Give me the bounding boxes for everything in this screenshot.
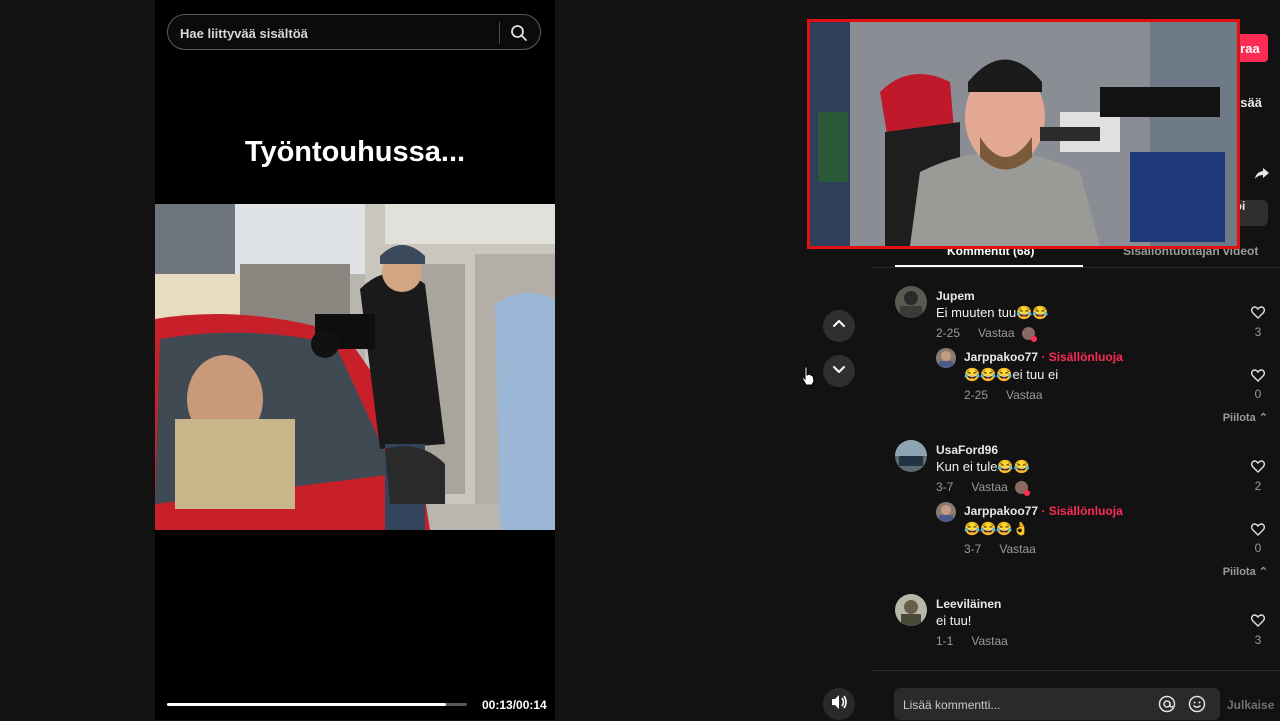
reply-button[interactable]: Vastaa — [978, 326, 1014, 340]
reply-button[interactable]: Vastaa — [1006, 388, 1042, 402]
post-button[interactable]: Julkaise — [1227, 698, 1274, 712]
video-caption: Työntouhussa... — [244, 136, 466, 168]
previous-video-button[interactable] — [823, 310, 855, 342]
comment-username[interactable]: Jupem — [936, 289, 975, 303]
search-divider — [499, 22, 500, 44]
comment-input-placeholder[interactable]: Lisää kommentti... — [903, 698, 1000, 712]
volume-icon — [830, 694, 848, 715]
search-icon[interactable] — [510, 24, 528, 47]
comment-input[interactable]: Lisää kommentti... — [894, 688, 1220, 720]
chevron-up-icon: ⌃ — [1258, 412, 1268, 424]
hide-replies-label[interactable]: Piilota — [1223, 412, 1256, 424]
reply-text: 😂😂😂ei tuu ei — [964, 367, 1059, 382]
webcam-overlay — [807, 19, 1240, 249]
reply-button[interactable]: Vastaa — [971, 634, 1007, 648]
comment-text: Ei muuten tuu😂😂 — [936, 305, 1049, 320]
like-count: 0 — [1254, 387, 1262, 401]
comment-date: 2-25 — [936, 326, 961, 340]
reply-meta: 2-25 Vastaa — [964, 388, 1043, 402]
reply-username[interactable]: Jarppakoo77 · Sisällönluoja — [964, 504, 1123, 518]
progress-fill — [167, 703, 446, 706]
reply-meta: 3-7 Vastaa — [964, 542, 1036, 556]
hide-replies-button[interactable]: Piilota ⌃ — [1223, 565, 1268, 578]
creator-badge: · Sisällönluoja — [1041, 504, 1123, 518]
search-bar[interactable]: Hae liittyvää sisältöä — [167, 14, 541, 50]
tab-divider — [871, 267, 1280, 268]
hide-replies-label[interactable]: Piilota — [1223, 566, 1256, 578]
search-input[interactable]: Hae liittyvää sisältöä — [180, 26, 308, 41]
creator-liked-avatar — [1015, 481, 1030, 496]
reply-text: 😂😂😂👌 — [964, 521, 1029, 536]
like-count: 3 — [1254, 633, 1262, 647]
progress-bar[interactable] — [167, 703, 467, 706]
avatar[interactable] — [895, 594, 927, 626]
at-icon[interactable] — [1158, 695, 1176, 718]
heart-icon[interactable] — [1250, 523, 1266, 541]
heart-icon[interactable] — [1250, 369, 1266, 387]
comment-username[interactable]: Leeviläinen — [936, 597, 1001, 611]
comment-date: 1-1 — [936, 634, 954, 648]
video-panel: Hae liittyvää sisältöä Työntouhussa... 0… — [155, 0, 555, 720]
avatar[interactable] — [895, 286, 927, 318]
heart-icon[interactable] — [1250, 306, 1266, 324]
comment-composer: Lisää kommentti... Julkaise — [871, 670, 1280, 721]
volume-button[interactable] — [823, 688, 855, 720]
reply-date: 3-7 — [964, 542, 982, 556]
reply-username-text[interactable]: Jarppakoo77 — [964, 504, 1038, 518]
chevron-up-icon: ⌃ — [1258, 566, 1268, 578]
avatar[interactable] — [895, 440, 927, 472]
avatar[interactable] — [936, 502, 956, 522]
comment-date: 3-7 — [936, 480, 954, 494]
reply-date: 2-25 — [964, 388, 989, 402]
like-count: 3 — [1254, 325, 1262, 339]
like-count: 0 — [1254, 541, 1262, 555]
chevron-down-icon — [831, 361, 847, 382]
comment-meta: 1-1 Vastaa — [936, 634, 1008, 648]
heart-icon[interactable] — [1250, 460, 1266, 478]
reply-username[interactable]: Jarppakoo77 · Sisällönluoja — [964, 350, 1123, 364]
comment-meta: 3-7 Vastaa — [936, 480, 1008, 494]
comment-text: Kun ei tule😂😂 — [936, 459, 1030, 474]
share-icon[interactable] — [1254, 165, 1270, 186]
hide-replies-button[interactable]: Piilota ⌃ — [1223, 411, 1268, 424]
comment-username[interactable]: UsaFord96 — [936, 443, 998, 457]
reply-button[interactable]: Vastaa — [971, 480, 1007, 494]
hand-cursor-icon — [801, 366, 815, 391]
reply-button[interactable]: Vastaa — [999, 542, 1035, 556]
like-count: 2 — [1254, 479, 1262, 493]
comment-text: ei tuu! — [936, 613, 972, 628]
creator-badge: · Sisällönluoja — [1041, 350, 1123, 364]
avatar[interactable] — [936, 348, 956, 368]
reply-username-text[interactable]: Jarppakoo77 — [964, 350, 1038, 364]
video-time: 00:13/00:14 — [482, 698, 547, 712]
next-video-button[interactable] — [823, 355, 855, 387]
chevron-up-icon — [831, 316, 847, 337]
emoji-icon[interactable] — [1188, 695, 1206, 718]
video-frame[interactable] — [155, 204, 555, 530]
comment-meta: 2-25 Vastaa — [936, 326, 1015, 340]
heart-icon[interactable] — [1250, 614, 1266, 632]
creator-liked-avatar — [1022, 327, 1037, 342]
